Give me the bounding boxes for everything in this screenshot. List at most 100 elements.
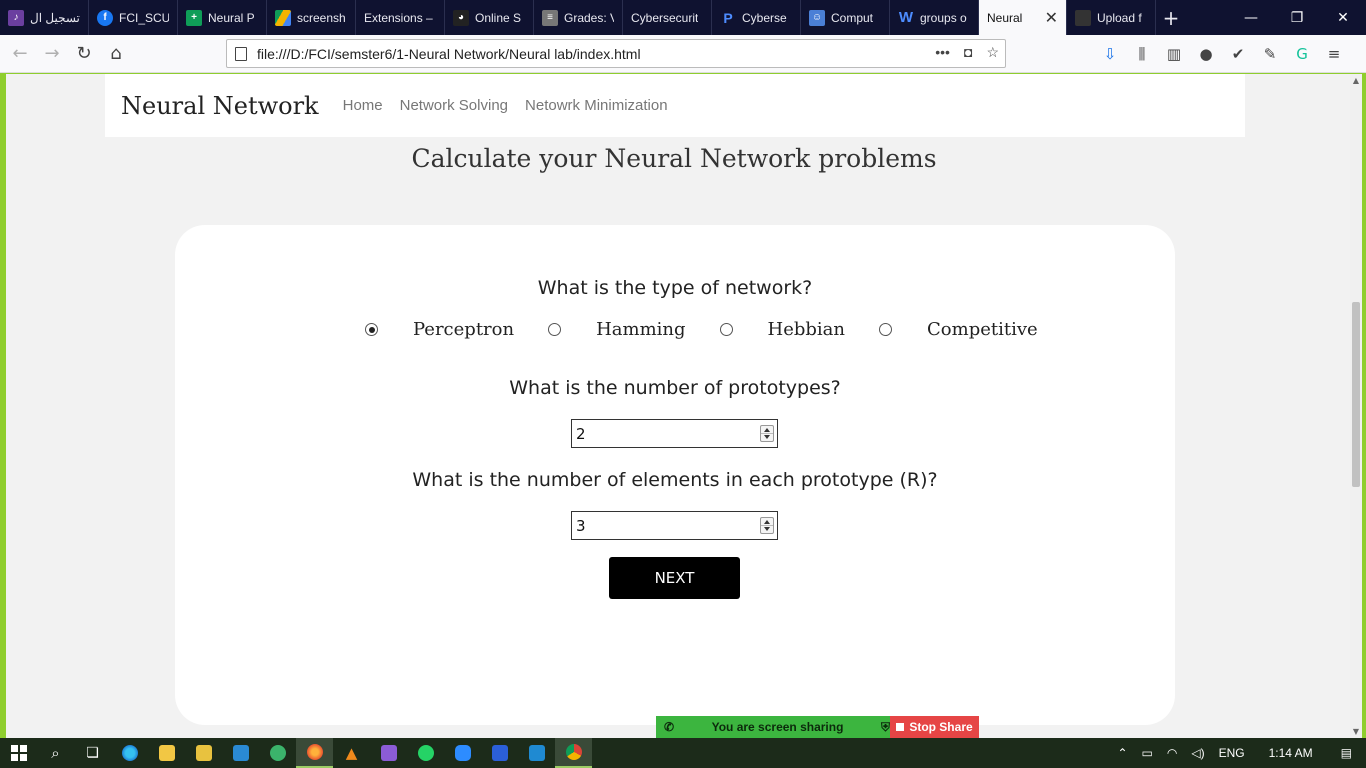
library-icon[interactable]: ⫼ — [1132, 44, 1152, 64]
browser-tab[interactable]: f FCI_SCU — [89, 0, 178, 35]
nav-link-home[interactable]: Home — [343, 97, 383, 114]
close-window-icon[interactable]: ✕ — [1320, 0, 1366, 35]
vscode-icon[interactable] — [518, 738, 555, 768]
tab-label: تسجيل ال — [30, 10, 80, 25]
url-text: file:///D:/FCI/semster6/1-Neural Network… — [257, 45, 641, 62]
chevron-up-icon[interactable]: ⌃ — [1117, 746, 1127, 760]
tab-label: Cyberse — [742, 10, 787, 25]
forward-icon[interactable]: → — [36, 38, 68, 70]
screen-share-bar: ✆ You are screen sharing ⛨ Stop Share — [656, 716, 979, 738]
stop-share-button[interactable]: Stop Share — [890, 716, 979, 738]
elements-number-input[interactable]: 3 — [571, 511, 778, 540]
browser-tab[interactable]: screensh — [267, 0, 356, 35]
file-explorer-icon[interactable] — [148, 738, 185, 768]
radio-label: Hamming — [596, 319, 686, 340]
menu-icon[interactable]: ≡ — [1324, 44, 1344, 64]
radio-option-perceptron[interactable]: Perceptron — [365, 319, 548, 340]
nav-link-network-minimization[interactable]: Netowrk Minimization — [525, 97, 668, 114]
back-icon[interactable]: ← — [4, 38, 36, 70]
new-tab-button[interactable]: + — [1156, 0, 1186, 35]
word-icon[interactable] — [481, 738, 518, 768]
browser-tab[interactable]: ☺ Comput — [801, 0, 890, 35]
store-icon[interactable] — [185, 738, 222, 768]
radio-option-competitive[interactable]: Competitive — [879, 319, 1038, 340]
grades-icon: ≡ — [542, 9, 558, 26]
browser-tab[interactable]: Upload f — [1067, 0, 1156, 35]
sheets-icon: + — [186, 9, 202, 26]
scrollbar-thumb[interactable] — [1352, 302, 1360, 487]
zoom-icon[interactable] — [444, 738, 481, 768]
tab-label: Comput — [831, 10, 874, 25]
mail-icon[interactable] — [222, 738, 259, 768]
browser-tab[interactable]: ◕ Online S — [445, 0, 534, 35]
volume-icon[interactable]: ◁) — [1191, 746, 1204, 760]
close-tab-icon[interactable]: ✕ — [1045, 8, 1058, 28]
browser-tab[interactable]: Extensions – — [356, 0, 445, 35]
tab-label: groups o — [920, 10, 967, 25]
scroll-down-icon[interactable]: ▼ — [1352, 727, 1360, 736]
shield-icon: ⛨ — [880, 719, 890, 734]
firefox-icon[interactable] — [296, 738, 333, 768]
radio-option-hebbian[interactable]: Hebbian — [719, 319, 879, 340]
address-bar[interactable]: file:///D:/FCI/semster6/1-Neural Network… — [226, 39, 1006, 68]
radio-label: Hebbian — [767, 319, 846, 340]
browser-tab[interactable]: Wgroups o — [890, 0, 979, 35]
language-indicator[interactable]: ENG — [1219, 746, 1245, 760]
page-scrollbar[interactable]: ▲ ▼ — [1350, 74, 1362, 738]
download-icon[interactable]: ⇩ — [1100, 44, 1120, 64]
grammarly-icon[interactable]: G — [1292, 44, 1312, 64]
radio-label: Perceptron — [413, 319, 515, 340]
number-stepper-icon[interactable] — [760, 425, 774, 442]
extension-check-icon[interactable]: ✔ — [1228, 44, 1248, 64]
page-title: Calculate your Neural Network problems — [411, 144, 937, 173]
next-button[interactable]: NEXT — [609, 557, 740, 599]
share-message: You are screen sharing — [711, 720, 844, 734]
pocket-icon[interactable]: ◘ — [964, 44, 972, 61]
task-view-icon[interactable]: ❏ — [74, 738, 111, 768]
site-brand[interactable]: Neural Network — [121, 92, 319, 120]
browser-tab[interactable]: P Cyberse — [712, 0, 801, 35]
start-icon[interactable] — [0, 738, 37, 768]
prototypes-number-input[interactable]: 2 — [571, 419, 778, 448]
whatsapp-icon[interactable] — [407, 738, 444, 768]
account-icon[interactable]: ● — [1196, 44, 1216, 64]
radio-button[interactable] — [719, 323, 733, 336]
notifications-icon[interactable]: ▤ — [1341, 746, 1352, 760]
battery-icon[interactable]: ▭ — [1142, 746, 1153, 760]
maps-icon[interactable] — [259, 738, 296, 768]
browser-tab[interactable]: ♪ تسجيل ال — [0, 0, 89, 35]
spy-icon: ◕ — [453, 9, 469, 26]
eyedropper-icon[interactable]: ✎ — [1260, 44, 1280, 64]
sidebar-icon[interactable]: ▥ — [1164, 44, 1184, 64]
contacts-icon: ☺ — [809, 9, 825, 26]
radio-option-hamming[interactable]: Hamming — [548, 319, 719, 340]
number-stepper-icon[interactable] — [760, 517, 774, 534]
tab-label: Extensions – — [364, 10, 433, 25]
reload-icon[interactable]: ↻ — [68, 38, 100, 70]
search-icon[interactable]: ⌕ — [37, 738, 74, 768]
share-status[interactable]: ✆ You are screen sharing ⛨ — [656, 716, 890, 738]
radio-button[interactable] — [879, 323, 893, 336]
browser-tab[interactable]: ≡ Grades: V — [534, 0, 623, 35]
browser-tab-active[interactable]: Neural ✕ — [979, 0, 1067, 35]
browser-tab[interactable]: + Neural P — [178, 0, 267, 35]
restore-icon[interactable]: ❐ — [1274, 0, 1320, 35]
chrome-icon[interactable] — [555, 738, 592, 768]
scroll-up-icon[interactable]: ▲ — [1352, 76, 1360, 85]
windows-taskbar: ⌕ ❏ ▲ ⌃ ▭ ◠ ◁) ENG 1:14 AM ▤ — [0, 738, 1366, 768]
nav-link-network-solving[interactable]: Network Solving — [400, 97, 508, 114]
clock[interactable]: 1:14 AM — [1269, 746, 1313, 760]
browser-tab[interactable]: Cybersecurit — [623, 0, 712, 35]
home-icon[interactable]: ⌂ — [100, 38, 132, 70]
radio-button[interactable] — [548, 323, 562, 336]
more-actions-icon[interactable]: ••• — [935, 44, 950, 61]
minimize-icon[interactable]: — — [1228, 0, 1274, 35]
bookmark-star-icon[interactable]: ☆ — [986, 44, 999, 61]
radio-button[interactable] — [365, 323, 378, 336]
visual-studio-icon[interactable] — [370, 738, 407, 768]
prototypes-value: 2 — [576, 424, 586, 443]
prototypes-question: What is the number of prototypes? — [509, 377, 841, 399]
vlc-icon[interactable]: ▲ — [333, 738, 370, 768]
edge-icon[interactable] — [111, 738, 148, 768]
wifi-icon[interactable]: ◠ — [1167, 746, 1177, 760]
